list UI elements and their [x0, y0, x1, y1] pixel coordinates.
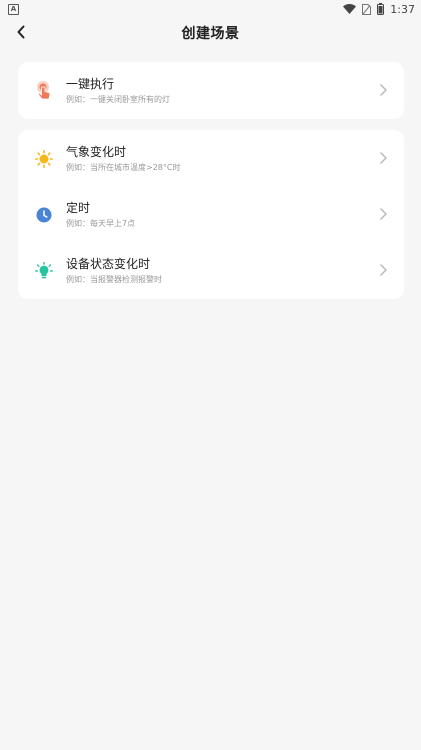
- row-text: 一键执行 例如：一键关闭卧室所有的灯: [66, 76, 170, 106]
- chevron-right-icon: [378, 83, 388, 97]
- status-time: 1:37: [390, 2, 415, 16]
- chevron-right-icon: [378, 151, 388, 165]
- notification-app-icon: A: [8, 3, 19, 15]
- page-title: 创建场景: [181, 26, 240, 42]
- item-subtitle: 例如：一键关闭卧室所有的灯: [66, 95, 170, 104]
- item-subtitle: 例如：当所在城市温度>28°C时: [66, 163, 181, 172]
- chevron-right-icon: [378, 207, 388, 221]
- status-right: 1:37: [343, 3, 415, 16]
- chevron-right-icon: [378, 263, 388, 277]
- tap-hand-icon: [35, 81, 53, 100]
- manual-trigger-card: 一键执行 例如：一键关闭卧室所有的灯: [18, 62, 404, 119]
- status-bar: A 1:37: [0, 0, 421, 18]
- one-tap-execute-item[interactable]: 一键执行 例如：一键关闭卧室所有的灯: [18, 62, 404, 119]
- clock-icon: [35, 206, 53, 224]
- item-title: 设备状态变化时: [66, 257, 151, 271]
- timer-item[interactable]: 定时 例如：每天早上7点: [18, 186, 404, 242]
- header: 创建场景: [0, 18, 421, 48]
- item-title: 一键执行: [66, 77, 115, 91]
- item-subtitle: 例如：每天早上7点: [66, 219, 136, 228]
- battery-icon: [377, 3, 385, 15]
- back-button[interactable]: [10, 22, 32, 44]
- weather-change-item[interactable]: 气象变化时 例如：当所在城市温度>28°C时: [18, 130, 404, 186]
- chevron-left-icon: [16, 24, 26, 43]
- status-left: A: [8, 3, 19, 15]
- no-sim-icon: [362, 3, 372, 15]
- auto-trigger-card: 气象变化时 例如：当所在城市温度>28°C时 定时 例如：每天早上7点 设备状态…: [18, 130, 404, 299]
- row-text: 定时 例如：每天早上7点: [66, 200, 135, 230]
- item-subtitle: 例如：当报警器检测报警时: [66, 275, 162, 284]
- row-text: 设备状态变化时 例如：当报警器检测报警时: [66, 256, 162, 286]
- wifi-icon: [343, 4, 357, 14]
- bulb-icon: [35, 262, 53, 280]
- device-state-change-item[interactable]: 设备状态变化时 例如：当报警器检测报警时: [18, 242, 404, 298]
- sun-icon: [35, 150, 53, 168]
- item-title: 定时: [66, 201, 91, 215]
- item-title: 气象变化时: [66, 145, 127, 159]
- row-text: 气象变化时 例如：当所在城市温度>28°C时: [66, 144, 180, 174]
